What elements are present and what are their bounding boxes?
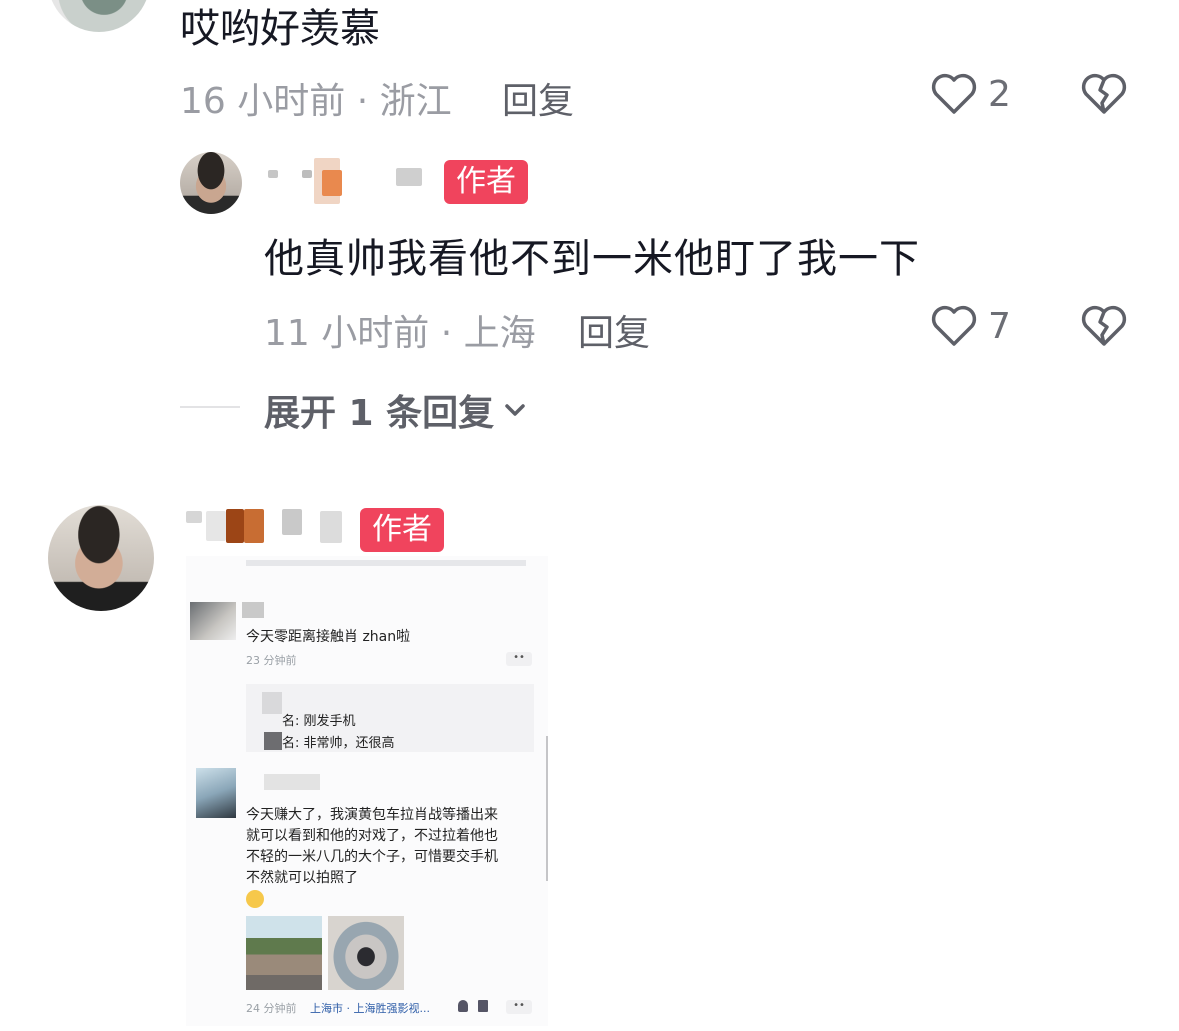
comment-meta: 16 小时前 · 浙江 [180,72,452,124]
screenshot-comment-line: 今天赚大了，我演黄包车拉肖战等播出来 [246,807,498,823]
attached-screenshot[interactable]: 今天零距离接触肖 zhan啦 23 分钟前 •• 名: 刚发手机 名: 非常帅，… [186,556,548,1026]
screenshot-comment-location: 上海市 · 上海胜强影视... [310,1002,430,1015]
comment-location: 浙江 [379,81,452,122]
heart-icon [931,305,977,346]
meta-separator: · [440,313,453,354]
screenshot-photo-street [246,916,322,990]
user-icon [458,1000,468,1012]
screenshot-avatar [196,768,236,818]
like-count: 7 [988,305,1011,347]
like-button[interactable]: 2 [930,72,1011,116]
expand-divider [180,406,240,408]
screenshot-quote-line: 名: 非常帅，还很高 [282,736,395,751]
screenshot-scrollbar [546,736,548,881]
chevron-down-icon [505,404,525,416]
screenshot-avatar [190,602,236,640]
meta-separator: · [356,81,369,122]
username-redacted [182,505,352,549]
screenshot-comment-time: 23 分钟前 [246,654,297,667]
dislike-button[interactable] [1080,72,1128,120]
author-avatar[interactable] [180,152,242,214]
reply-button[interactable]: 回复 [502,72,574,124]
expand-replies-label: 展开 1 条回复 [264,393,495,434]
screenshot-comment-line: 就可以看到和他的对戏了，不过拉着他也 [246,828,498,844]
emoji-icon [246,890,264,908]
like-count: 2 [988,73,1011,115]
screenshot-comment-text: 今天零距离接触肖 zhan啦 [246,629,411,645]
reply-button[interactable]: 回复 [578,304,650,356]
comment-time: 16 小时前 [180,81,346,122]
screenshot-comment-line: 不轻的一米八几的大个子，可惜要交手机 [246,849,498,865]
comment-meta: 11 小时前 · 上海 [264,304,536,356]
trash-icon [478,1000,488,1012]
comment-text: 哎哟好羡慕 [180,6,380,52]
screenshot-quote: 名: 刚发手机 名: 非常帅，还很高 [246,684,534,752]
comment-location: 上海 [463,313,536,354]
screenshot-photo-phone [328,916,404,990]
comment-time: 11 小时前 [264,313,430,354]
heart-icon [931,73,977,114]
author-badge: 作者 [444,160,528,204]
dislike-button[interactable] [1080,304,1128,352]
avatar[interactable] [48,0,150,32]
screenshot-comment-line: 不然就可以拍照了 [246,870,358,886]
more-icon: •• [506,1000,532,1014]
username-redacted [262,150,432,210]
more-icon: •• [506,652,532,666]
like-button[interactable]: 7 [930,304,1011,348]
screenshot-quote-line: 名: 刚发手机 [282,714,356,729]
author-badge: 作者 [360,508,444,552]
screenshot-comment-time: 24 分钟前 [246,1002,297,1015]
broken-heart-icon [1081,305,1127,346]
author-avatar[interactable] [48,505,154,611]
expand-replies-button[interactable]: 展开 1 条回复 [264,384,528,436]
comment-text: 他真帅我看他不到一米他盯了我一下 [264,236,920,282]
broken-heart-icon [1081,73,1127,114]
